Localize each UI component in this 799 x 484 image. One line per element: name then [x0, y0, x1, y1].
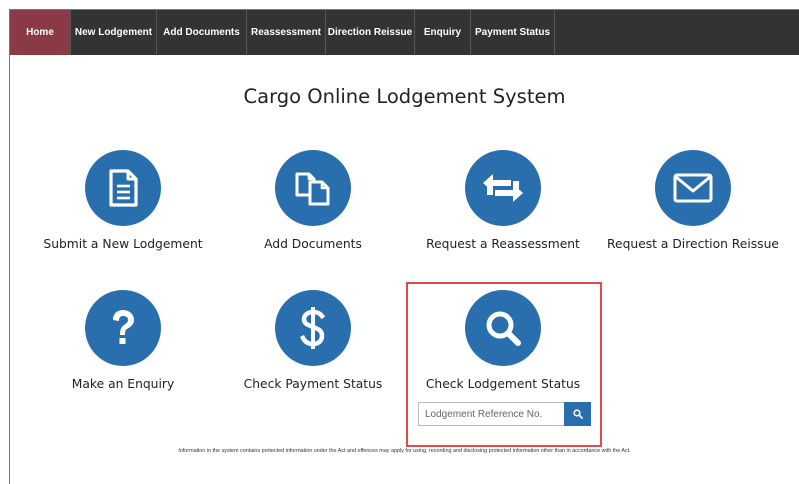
- copy-documents-icon: [295, 172, 330, 206]
- search-button[interactable]: [564, 402, 591, 426]
- document-icon: [109, 169, 138, 207]
- submit-lodgement-button[interactable]: [85, 150, 161, 226]
- magnifier-icon: [486, 311, 521, 346]
- tile-check-lodgement-status: Check Lodgement Status: [413, 290, 593, 391]
- top-navbar: Home New Lodgement Add Documents Reasses…: [10, 10, 799, 55]
- tile-request-reassessment: Request a Reassessment: [413, 150, 593, 251]
- nav-direction-reissue[interactable]: Direction Reissue: [326, 10, 415, 55]
- nav-payment-status[interactable]: Payment Status: [471, 10, 555, 55]
- swap-arrows-icon: [483, 174, 523, 202]
- tile-label[interactable]: Request a Reassessment: [413, 237, 593, 251]
- nav-enquiry[interactable]: Enquiry: [415, 10, 471, 55]
- tile-check-payment-status: Check Payment Status: [223, 290, 403, 391]
- nav-new-lodgement[interactable]: New Lodgement: [71, 10, 157, 55]
- enquiry-button[interactable]: [85, 290, 161, 366]
- nav-home[interactable]: Home: [10, 10, 71, 55]
- page-frame: Home New Lodgement Add Documents Reasses…: [9, 9, 799, 484]
- tile-label[interactable]: Check Lodgement Status: [413, 377, 593, 391]
- tile-request-direction-reissue: Request a Direction Reissue: [603, 150, 783, 251]
- add-documents-button[interactable]: [275, 150, 351, 226]
- page-title: Cargo Online Lodgement System: [243, 85, 566, 108]
- reassessment-button[interactable]: [465, 150, 541, 226]
- tile-add-documents: Add Documents: [223, 150, 403, 251]
- tile-label[interactable]: Submit a New Lodgement: [33, 237, 213, 251]
- tile-submit-new-lodgement: Submit a New Lodgement: [33, 150, 213, 251]
- question-icon: [113, 310, 134, 344]
- envelope-icon: [673, 173, 713, 203]
- search-icon: [572, 409, 583, 419]
- direction-reissue-button[interactable]: [655, 150, 731, 226]
- dollar-icon: [300, 307, 326, 349]
- nav-reassessment[interactable]: Reassessment: [247, 10, 326, 55]
- lodgement-search-group: [418, 402, 591, 426]
- lodgement-status-button[interactable]: [465, 290, 541, 366]
- payment-status-button[interactable]: [275, 290, 351, 366]
- tile-label[interactable]: Check Payment Status: [223, 377, 403, 391]
- tile-label[interactable]: Add Documents: [223, 237, 403, 251]
- tile-make-enquiry: Make an Enquiry: [33, 290, 213, 391]
- nav-add-documents[interactable]: Add Documents: [157, 10, 247, 55]
- tile-label[interactable]: Request a Direction Reissue: [603, 237, 783, 251]
- legal-notice: Information in the system contains prote…: [178, 448, 631, 454]
- lodgement-reference-input[interactable]: [418, 402, 564, 426]
- tile-label[interactable]: Make an Enquiry: [33, 377, 213, 391]
